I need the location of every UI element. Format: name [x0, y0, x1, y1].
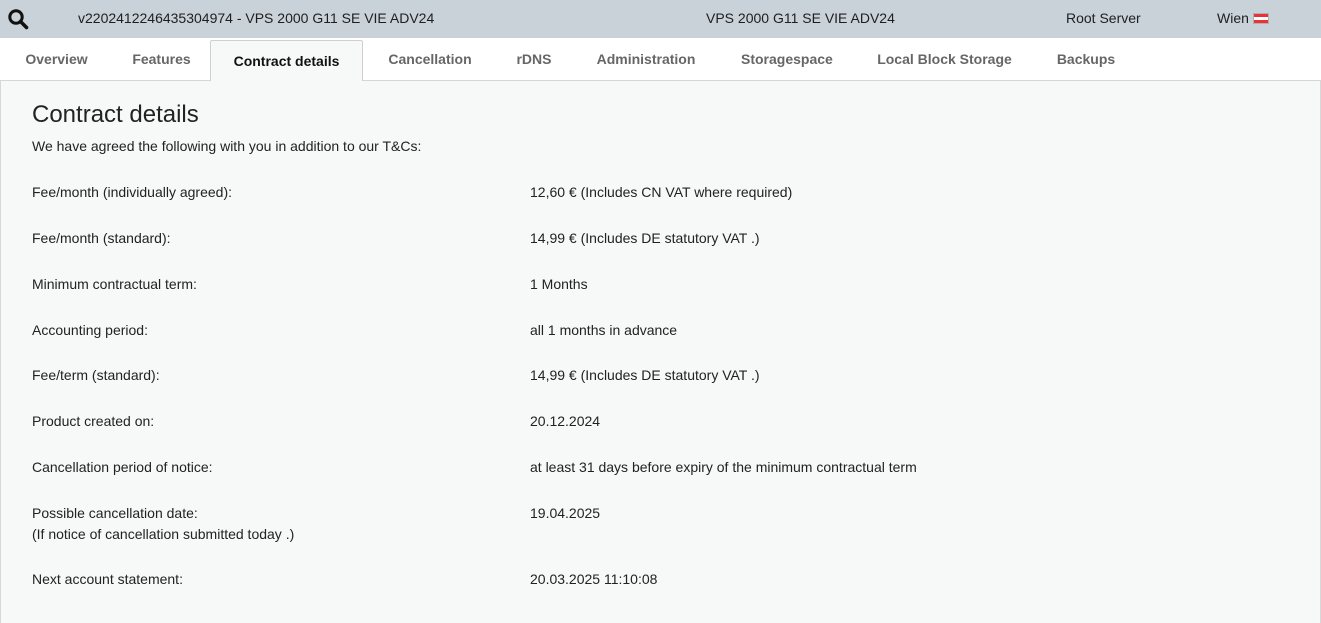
tab-storagespace[interactable]: Storagespace [741, 38, 833, 81]
server-type: Root Server [1066, 10, 1141, 26]
tab-local-block-storage[interactable]: Local Block Storage [877, 38, 1012, 81]
tab-bar: Overview Features Contract details Cance… [0, 38, 1321, 82]
tab-contract-details[interactable]: Contract details [210, 40, 363, 82]
product-name: VPS 2000 G11 SE VIE ADV24 [706, 10, 895, 26]
server-id: v2202412246435304974 - VPS 2000 G11 SE V… [78, 10, 435, 26]
tab-backups[interactable]: Backups [1056, 38, 1116, 81]
tab-features[interactable]: Features [130, 38, 193, 81]
row-label: Fee/term (standard): [32, 367, 160, 383]
tab-administration[interactable]: Administration [596, 38, 696, 81]
row-label: Possible cancellation date: [32, 505, 198, 521]
austria-flag-icon [1253, 13, 1269, 24]
row-label: Fee/month (individually agreed): [32, 184, 232, 200]
row-value: 14,99 € (Includes DE statutory VAT .) [530, 230, 760, 246]
page-title: Contract details [32, 101, 199, 128]
tab-rdns[interactable]: rDNS [515, 38, 553, 81]
row-value: 12,60 € (Includes CN VAT where required) [530, 184, 793, 200]
row-label: Minimum contractual term: [32, 276, 197, 292]
row-value: 19.04.2025 [530, 505, 601, 521]
row-value: 1 Months [530, 276, 588, 292]
row-value: all 1 months in advance [530, 322, 678, 338]
tab-cancellation[interactable]: Cancellation [388, 38, 472, 81]
tab-overview[interactable]: Overview [25, 38, 88, 81]
location-name: Wien [1217, 10, 1249, 26]
row-value: 20.03.2025 11:10:08 [530, 571, 658, 587]
server-header-bar: v2202412246435304974 - VPS 2000 G11 SE V… [0, 0, 1321, 38]
row-label: Fee/month (standard): [32, 230, 171, 246]
contract-details-panel: Contract details We have agreed the foll… [0, 81, 1321, 623]
intro-text: We have agreed the following with you in… [32, 138, 422, 154]
row-label-group: Possible cancellation date: (If notice o… [32, 503, 294, 545]
row-label: Cancellation period of notice: [32, 459, 213, 475]
row-label: Next account statement: [32, 571, 183, 587]
row-sublabel: (If notice of cancellation submitted tod… [32, 526, 295, 542]
row-value: 20.12.2024 [530, 413, 601, 429]
row-value: at least 31 days before expiry of the mi… [530, 459, 917, 475]
row-label: Product created on: [32, 413, 155, 429]
row-value: 14,99 € (Includes DE statutory VAT .) [530, 367, 760, 383]
row-label: Accounting period: [32, 322, 148, 338]
search-icon[interactable] [7, 8, 29, 30]
